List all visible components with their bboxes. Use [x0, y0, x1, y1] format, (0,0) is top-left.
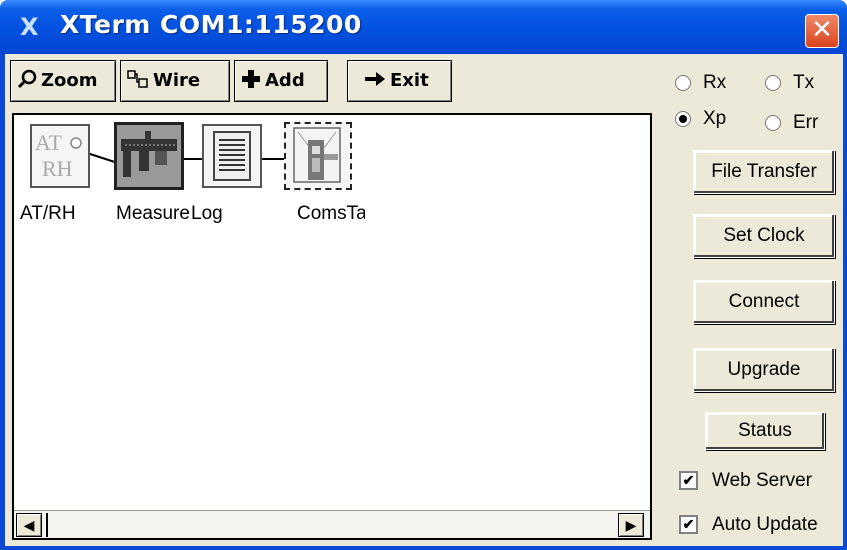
checkmark-icon: ✔ [679, 515, 698, 535]
client-area: Zoom Wire Add Exit AT RH AT/RH Measure L… [5, 54, 843, 546]
scroll-right-button[interactable]: ▶ [618, 513, 644, 537]
checkmark-icon: ✔ [679, 471, 698, 491]
radio-xp-label: Xp [703, 108, 727, 129]
web-server-label: Web Server [712, 470, 812, 491]
svg-text:RH: RH [42, 156, 73, 181]
node-label: Log [191, 203, 223, 224]
status-button[interactable]: Status [705, 412, 825, 450]
exit-label: Exit [390, 70, 429, 91]
plus-icon [242, 70, 260, 88]
radio-indicator [765, 74, 781, 91]
wire-label: Wire [153, 70, 201, 91]
radio-err-label: Err [793, 112, 819, 133]
x-logo-icon: X [20, 13, 39, 41]
node-label: AT/RH [20, 203, 76, 224]
exit-button[interactable]: Exit [347, 60, 452, 102]
window-title: XTerm COM1:115200 [60, 10, 362, 39]
zoom-label: Zoom [41, 70, 98, 91]
magnifier-icon [17, 69, 37, 89]
radio-tx-label: Tx [793, 72, 815, 93]
title-bar[interactable]: X XTerm COM1:115200 ✕ [0, 0, 847, 54]
control-panel: Rx Tx Xp Err File Transfer Set Clock Con… [657, 56, 843, 546]
caliper-icon [121, 131, 177, 177]
scroll-thumb[interactable] [46, 513, 48, 537]
connect-button[interactable]: Connect [693, 280, 835, 324]
node-label: ComsTag [297, 203, 365, 224]
wire-button[interactable]: Wire [120, 60, 230, 102]
node-comstag[interactable] [284, 122, 352, 190]
web-server-checkbox[interactable]: ✔ Web Server [679, 470, 812, 492]
zoom-button[interactable]: Zoom [10, 60, 116, 102]
wire-icon [127, 70, 148, 88]
arrow-left-icon: ◀ [23, 517, 35, 533]
svg-text:AT: AT [35, 130, 62, 155]
arrow-right-icon: ▶ [625, 517, 637, 533]
node-label: Measure [116, 203, 190, 224]
radio-xp[interactable]: Xp [675, 108, 726, 130]
wire-connection [262, 158, 284, 160]
add-button[interactable]: Add [234, 60, 328, 102]
close-icon: ✕ [811, 15, 833, 45]
radio-indicator [765, 114, 781, 131]
diagram-canvas[interactable]: AT RH AT/RH Measure Log ComsTa ◀ ▶ [12, 113, 652, 540]
add-label: Add [265, 70, 305, 91]
upgrade-button[interactable]: Upgrade [693, 348, 835, 392]
arrow-right-icon [365, 72, 385, 86]
node-log[interactable] [202, 124, 262, 188]
log-document-icon [213, 131, 251, 181]
node-measure[interactable] [114, 122, 184, 190]
coms-tag-icon [293, 127, 341, 183]
radio-tx[interactable]: Tx [765, 72, 814, 94]
at-rh-sensor-icon: AT RH [35, 130, 82, 181]
horizontal-scrollbar[interactable]: ◀ ▶ [14, 510, 650, 538]
node-at-rh[interactable]: AT RH [30, 124, 90, 188]
close-button[interactable]: ✕ [805, 14, 839, 48]
radio-rx[interactable]: Rx [675, 72, 726, 94]
radio-err[interactable]: Err [765, 112, 818, 134]
file-transfer-button[interactable]: File Transfer [693, 150, 835, 194]
auto-update-checkbox[interactable]: ✔ Auto Update [679, 514, 818, 536]
set-clock-button[interactable]: Set Clock [693, 214, 835, 258]
scroll-left-button[interactable]: ◀ [16, 513, 42, 537]
radio-indicator [675, 74, 691, 91]
radio-indicator [675, 110, 691, 127]
app-window: X XTerm COM1:115200 ✕ Zoom Wire Add Exit [0, 0, 847, 550]
auto-update-label: Auto Update [712, 514, 818, 535]
radio-rx-label: Rx [703, 72, 727, 93]
